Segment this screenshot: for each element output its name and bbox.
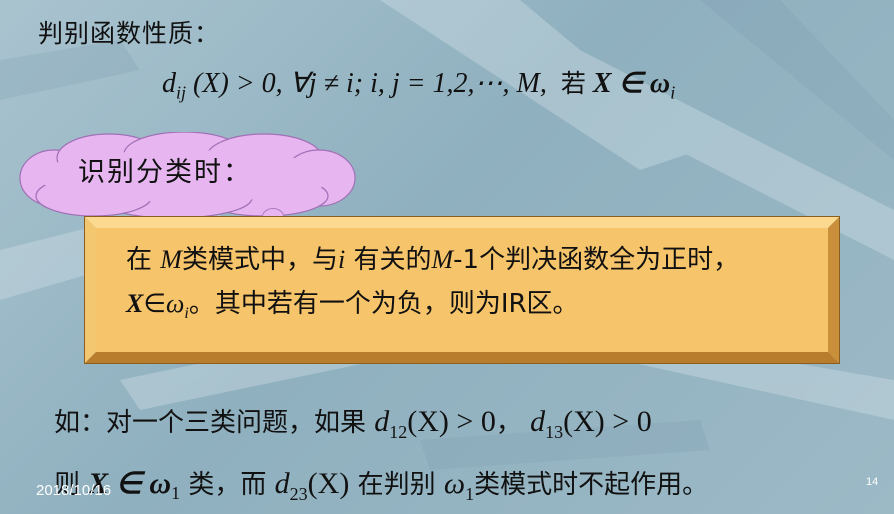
slide-heading: 判别函数性质： [38, 19, 221, 48]
example-d13-condition: (X) > 0 [563, 405, 652, 438]
formula-membership-subscript: i [670, 82, 676, 103]
rule-p1: 在 [126, 245, 153, 275]
rule-i: i [337, 245, 346, 274]
example-omega1: ω [443, 467, 466, 500]
rule-p4: -1个判决函数全为正时， [453, 245, 740, 275]
rule-text: 在 M类模式中，与i 有关的M-1个判决函数全为正时，X∈ωi。其中若有一个为负… [96, 228, 810, 334]
example-class-subscript: 1 [171, 483, 181, 504]
example-d23-arg: (X) [307, 467, 350, 500]
example-d12-condition: (X) > 0 [407, 405, 496, 438]
example-d23-subscript: 23 [289, 484, 308, 504]
example-line-1: 如：对一个三类问题，如果 d12(X) > 0， d13(X) > 0 [54, 396, 708, 458]
formula-ruo: 若 [560, 69, 586, 98]
rule-p3: 有关的 [353, 245, 432, 275]
rule-p6: 。其中若有一个为负，则为IR区。 [188, 289, 579, 319]
slide-page-number: 14 [866, 476, 879, 488]
formula-membership: X ∈ ω [592, 68, 671, 99]
rule-p2: 类模式中，与 [181, 245, 338, 275]
rule-M2: M [431, 245, 454, 274]
example-d13-subscript: 13 [545, 422, 564, 442]
example-omega1-subscript: 1 [465, 484, 475, 504]
example-text: 如：对一个三类问题，如果 d12(X) > 0， d13(X) > 0 则 X … [54, 396, 708, 514]
example-d13: d [530, 405, 546, 438]
formula-d-subscript: ij [176, 82, 187, 103]
discriminant-property-formula: dij (X) > 0, ∀j ≠ i; i, j = 1,2,⋯, M, 若 … [162, 64, 675, 104]
formula-d: d [162, 68, 176, 99]
example-d12-subscript: 12 [389, 422, 408, 442]
formula-condition: (X) > 0, ∀j ≠ i; i, j = 1,2,⋯, M, [193, 68, 547, 99]
example-l2-mid: 类，而 [188, 470, 267, 500]
rule-omega: ω [166, 289, 185, 318]
rule-M1: M [160, 245, 182, 274]
slide-date: 2018/10/16 [36, 482, 112, 499]
rule-X: X [126, 289, 144, 318]
example-comma: ， [495, 408, 522, 438]
example-d12: d [374, 405, 390, 438]
example-d23: d [274, 467, 290, 500]
rule-p5: ∈ [143, 289, 166, 319]
example-l1-text: 如：对一个三类问题，如果 [54, 408, 367, 438]
rule-box: 在 M类模式中，与i 有关的M-1个判决函数全为正时，X∈ωi。其中若有一个为负… [84, 216, 840, 364]
example-l2-end: 类模式时不起作用。 [474, 470, 709, 500]
slide: 判别函数性质： dij (X) > 0, ∀j ≠ i; i, j = 1,2,… [0, 0, 894, 514]
example-line-2: 则 X ∈ ω1 类，而 d23(X) 在判别 ω1类模式时不起作用。 [54, 458, 708, 514]
example-l2-judge: 在判别 [357, 470, 436, 500]
cloud-label: 识别分类时： [78, 157, 252, 188]
